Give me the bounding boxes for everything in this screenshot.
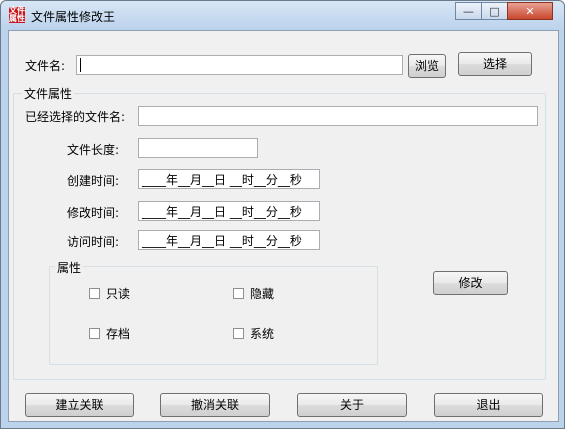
modify-button[interactable]: 修改 bbox=[433, 271, 508, 295]
hidden-label: 隐藏 bbox=[250, 287, 275, 301]
maximize-button[interactable]: □ bbox=[481, 2, 508, 20]
app-icon: 文件属性 bbox=[9, 6, 25, 23]
hidden-checkbox-box[interactable] bbox=[233, 288, 244, 299]
modified-time-field[interactable]: ____年__月__日 __时__分__秒 bbox=[138, 201, 320, 221]
close-button[interactable]: ✕ bbox=[507, 2, 553, 20]
properties-group bbox=[49, 266, 378, 365]
file-name-input[interactable] bbox=[76, 55, 403, 75]
window-controls: — □ ✕ bbox=[455, 2, 553, 21]
properties-group-title: 属性 bbox=[55, 259, 84, 276]
accessed-time-field[interactable]: ____年__月__日 __时__分__秒 bbox=[138, 230, 320, 250]
created-time-label: 创建时间: bbox=[67, 174, 120, 188]
selected-file-field[interactable] bbox=[138, 106, 538, 126]
archive-checkbox[interactable]: 存档 bbox=[89, 325, 130, 342]
readonly-checkbox[interactable]: 只读 bbox=[89, 285, 130, 302]
file-name-label: 文件名: bbox=[25, 59, 66, 73]
created-time-field[interactable]: ____年__月__日 __时__分__秒 bbox=[138, 169, 320, 189]
exit-button[interactable]: 退出 bbox=[434, 393, 543, 417]
system-checkbox-box[interactable] bbox=[233, 328, 244, 339]
title-bar[interactable]: 文件属性 文件属性修改王 — □ ✕ bbox=[1, 1, 564, 29]
file-attributes-group-title: 文件属性 bbox=[22, 85, 75, 102]
hidden-checkbox[interactable]: 隐藏 bbox=[233, 285, 274, 302]
main-window: 文件属性 文件属性修改王 — □ ✕ 文件名: 浏览 选择 文件属性 已经选择的… bbox=[0, 0, 565, 429]
system-checkbox[interactable]: 系统 bbox=[233, 325, 274, 342]
associate-button[interactable]: 建立关联 bbox=[25, 393, 134, 417]
selected-file-label: 已经选择的文件名: bbox=[25, 110, 126, 124]
archive-label: 存档 bbox=[106, 327, 131, 341]
text-caret bbox=[80, 58, 81, 72]
archive-checkbox-box[interactable] bbox=[89, 328, 100, 339]
about-button[interactable]: 关于 bbox=[297, 393, 407, 417]
client-area: 文件名: 浏览 选择 文件属性 已经选择的文件名: 文件长度: 创建时间: __… bbox=[8, 30, 559, 422]
modified-time-label: 修改时间: bbox=[67, 206, 120, 220]
minimize-button[interactable]: — bbox=[455, 2, 482, 20]
readonly-label: 只读 bbox=[106, 287, 131, 301]
accessed-time-label: 访问时间: bbox=[67, 235, 120, 249]
select-button[interactable]: 选择 bbox=[458, 52, 532, 76]
file-length-field[interactable] bbox=[138, 138, 258, 158]
file-length-label: 文件长度: bbox=[67, 143, 120, 157]
unassociate-button[interactable]: 撤消关联 bbox=[160, 393, 270, 417]
browse-button[interactable]: 浏览 bbox=[408, 54, 446, 78]
window-title: 文件属性修改王 bbox=[31, 10, 116, 24]
readonly-checkbox-box[interactable] bbox=[89, 288, 100, 299]
system-label: 系统 bbox=[250, 327, 275, 341]
